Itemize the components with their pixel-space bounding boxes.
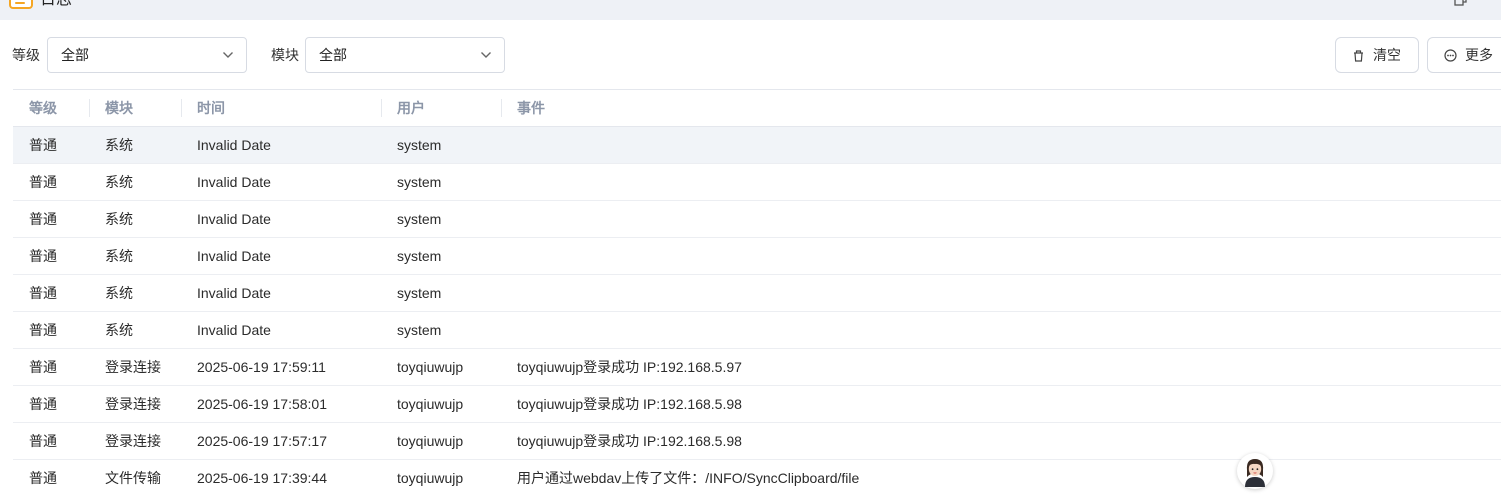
cell-user: system: [397, 137, 442, 153]
level-filter-value: 全部: [61, 47, 89, 63]
log-table: 等级 模块 时间 用户 事件 普通 系统 Invalid Date system…: [13, 89, 1501, 495]
cell-time: Invalid Date: [197, 248, 271, 264]
chevron-down-icon: [223, 52, 233, 58]
table-row[interactable]: 普通 系统 Invalid Date system: [13, 201, 1501, 238]
cell-level: 普通: [29, 248, 57, 264]
column-header-module[interactable]: 模块: [105, 90, 133, 126]
cell-time: 2025-06-19 17:57:17: [197, 433, 327, 449]
clear-button-label: 清空: [1373, 47, 1401, 63]
cell-time: 2025-06-19 17:58:01: [197, 396, 327, 412]
table-row[interactable]: 普通 登录连接 2025-06-19 17:59:11 toyqiuwujp t…: [13, 349, 1501, 386]
column-header-event[interactable]: 事件: [517, 90, 545, 126]
module-filter-value: 全部: [319, 47, 347, 63]
cell-module: 系统: [105, 174, 133, 190]
chevron-down-icon: [481, 52, 491, 58]
table-row[interactable]: 普通 登录连接 2025-06-19 17:58:01 toyqiuwujp t…: [13, 386, 1501, 423]
assistant-avatar-icon: [1245, 459, 1265, 487]
cell-time: 2025-06-19 17:39:44: [197, 470, 327, 486]
clear-button[interactable]: 清空: [1335, 37, 1419, 73]
cell-user: toyqiuwujp: [397, 359, 464, 375]
level-filter-label: 等级: [12, 47, 40, 63]
table-row[interactable]: 普通 系统 Invalid Date system: [13, 312, 1501, 349]
cell-event: 用户通过webdav上传了文件：/INFO/SyncClipboard/file: [517, 470, 860, 486]
cell-time: Invalid Date: [197, 322, 271, 338]
cell-level: 普通: [29, 174, 57, 190]
cell-module: 文件传输: [105, 470, 161, 486]
cell-user: system: [397, 174, 442, 190]
cell-event: toyqiuwujp登录成功 IP:192.168.5.97: [517, 359, 742, 375]
cell-time: Invalid Date: [197, 174, 271, 190]
cell-user: system: [397, 248, 442, 264]
cell-user: system: [397, 211, 442, 227]
window-restore-icon[interactable]: [1454, 0, 1468, 6]
more-button[interactable]: 更多: [1427, 37, 1501, 73]
more-circle-icon: [1444, 49, 1457, 62]
cell-level: 普通: [29, 285, 57, 301]
column-divider[interactable]: [501, 99, 502, 117]
cell-module: 系统: [105, 211, 133, 227]
assistant-avatar-button[interactable]: [1237, 453, 1273, 489]
column-header-level[interactable]: 等级: [29, 90, 57, 126]
cell-level: 普通: [29, 359, 57, 375]
cell-level: 普通: [29, 396, 57, 412]
cell-level: 普通: [29, 470, 57, 486]
cell-time: Invalid Date: [197, 285, 271, 301]
module-filter-label: 模块: [271, 47, 299, 63]
cell-user: toyqiuwujp: [397, 396, 464, 412]
more-button-label: 更多: [1465, 47, 1493, 63]
table-row[interactable]: 普通 文件传输 2025-06-19 17:39:44 toyqiuwujp 用…: [13, 460, 1501, 495]
cell-time: Invalid Date: [197, 211, 271, 227]
level-filter-select[interactable]: 全部: [47, 37, 247, 73]
cell-time: 2025-06-19 17:59:11: [197, 359, 326, 375]
table-row[interactable]: 普通 系统 Invalid Date system: [13, 238, 1501, 275]
table-header: 等级 模块 时间 用户 事件: [13, 89, 1501, 127]
column-divider[interactable]: [181, 99, 182, 117]
cell-user: system: [397, 285, 442, 301]
cell-module: 登录连接: [105, 359, 161, 375]
cell-user: toyqiuwujp: [397, 470, 464, 486]
cell-time: Invalid Date: [197, 137, 271, 153]
filter-bar: 等级 全部 模块 全部 清空 更多: [0, 37, 1501, 73]
column-divider[interactable]: [381, 99, 382, 117]
window-titlebar: 日志: [0, 0, 1501, 20]
column-header-time[interactable]: 时间: [197, 90, 225, 126]
cell-user: toyqiuwujp: [397, 433, 464, 449]
table-row[interactable]: 普通 系统 Invalid Date system: [13, 164, 1501, 201]
cell-module: 系统: [105, 285, 133, 301]
cell-level: 普通: [29, 137, 57, 153]
table-row[interactable]: 普通 系统 Invalid Date system: [13, 275, 1501, 312]
cell-module: 登录连接: [105, 433, 161, 449]
column-header-user[interactable]: 用户: [397, 90, 425, 126]
table-row[interactable]: 普通 系统 Invalid Date system: [13, 127, 1501, 164]
window-title: 日志: [40, 0, 72, 9]
cell-event: toyqiuwujp登录成功 IP:192.168.5.98: [517, 433, 742, 449]
cell-level: 普通: [29, 433, 57, 449]
cell-event: toyqiuwujp登录成功 IP:192.168.5.98: [517, 396, 742, 412]
cell-module: 登录连接: [105, 396, 161, 412]
cell-level: 普通: [29, 322, 57, 338]
cell-module: 系统: [105, 248, 133, 264]
trash-icon: [1354, 50, 1363, 62]
cell-module: 系统: [105, 322, 133, 338]
cell-level: 普通: [29, 211, 57, 227]
table-row[interactable]: 普通 登录连接 2025-06-19 17:57:17 toyqiuwujp t…: [13, 423, 1501, 460]
log-app-icon: [9, 0, 33, 9]
cell-user: system: [397, 322, 442, 338]
column-divider[interactable]: [89, 99, 90, 117]
module-filter-select[interactable]: 全部: [305, 37, 505, 73]
cell-module: 系统: [105, 137, 133, 153]
